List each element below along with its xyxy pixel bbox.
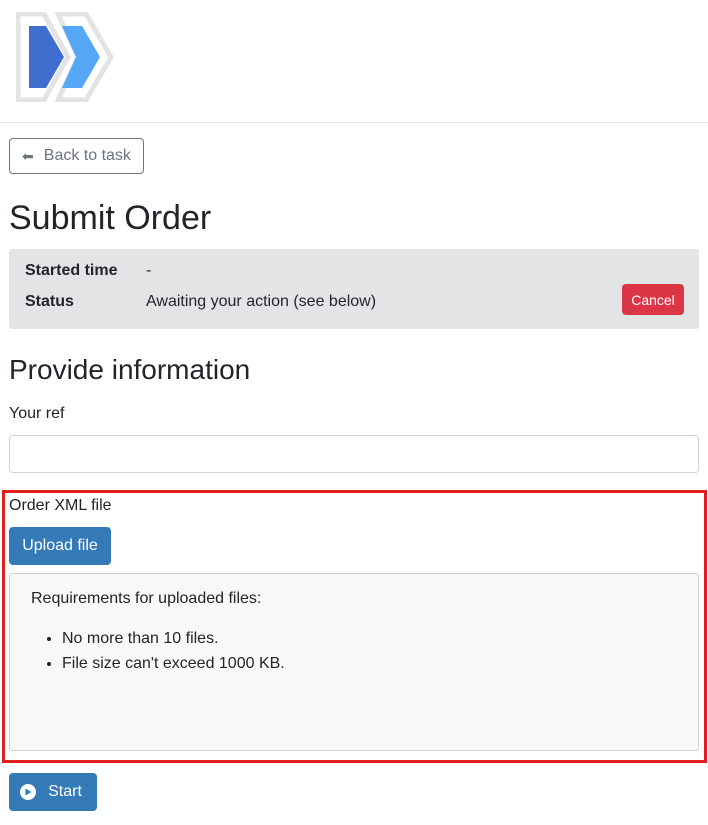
status-label: Status	[25, 293, 74, 310]
play-circle-icon	[20, 784, 37, 800]
app-logo	[15, 11, 114, 103]
started-time-label: Started time	[25, 262, 118, 279]
start-button[interactable]: Start	[9, 773, 97, 811]
your-ref-input[interactable]	[9, 435, 699, 473]
order-xml-file-label: Order XML file	[9, 497, 112, 514]
cancel-button[interactable]: Cancel	[622, 284, 684, 315]
back-to-task-label: Back to task	[43, 147, 131, 164]
list-item: No more than 10 files.	[62, 626, 285, 651]
started-time-value: -	[146, 262, 152, 279]
status-value: Awaiting your action (see below)	[146, 293, 377, 310]
upload-file-button[interactable]: Upload file	[9, 527, 111, 565]
requirements-list: No more than 10 files. File size can't e…	[32, 626, 285, 676]
task-info-panel: Started time - Status Awaiting your acti…	[9, 249, 699, 329]
page-title: Submit Order	[9, 199, 212, 237]
arrow-left-icon: ⬅	[22, 147, 34, 164]
header-divider	[0, 122, 708, 123]
upload-requirements-box: Requirements for uploaded files: No more…	[9, 573, 699, 751]
section-title: Provide information	[9, 354, 251, 385]
back-to-task-button[interactable]: ⬅ Back to task	[9, 138, 144, 174]
requirements-title: Requirements for uploaded files:	[31, 590, 262, 607]
your-ref-label: Your ref	[9, 405, 65, 422]
double-chevron-logo-icon	[15, 11, 114, 103]
list-item: File size can't exceed 1000 KB.	[62, 651, 285, 676]
start-label: Start	[48, 783, 82, 800]
